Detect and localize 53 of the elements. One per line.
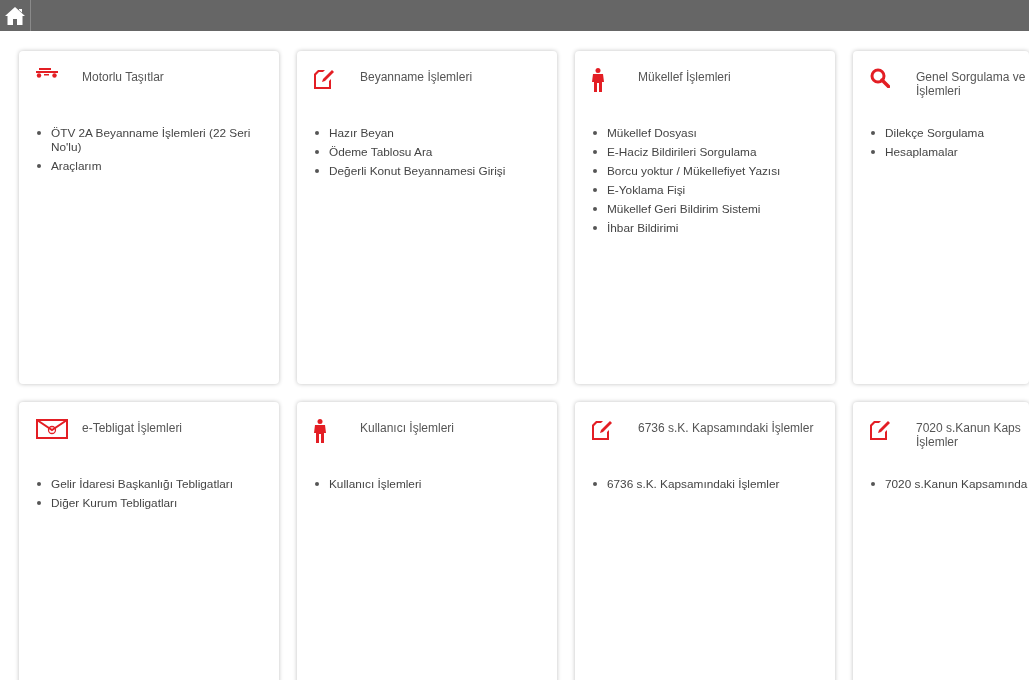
menu-link[interactable]: E-Yoklama Fişi	[607, 183, 686, 197]
person-icon	[314, 419, 326, 443]
bullet-icon	[315, 131, 319, 135]
menu-link[interactable]: 6736 s.K. Kapsamındaki İşlemler	[607, 477, 780, 491]
card-title: Beyanname İşlemleri	[360, 69, 473, 84]
menu-link[interactable]: 7020 s.Kanun Kapsamında	[885, 477, 1028, 491]
card-title: e-Tebligat İşlemleri	[82, 420, 183, 435]
bullet-icon	[593, 482, 597, 486]
bullet-icon	[37, 501, 41, 505]
menu-link[interactable]: Mükellef Dosyası	[607, 126, 697, 140]
edit-icon	[314, 68, 335, 89]
home-icon	[4, 5, 26, 26]
bullet-icon	[315, 482, 319, 486]
bullet-icon	[315, 169, 319, 173]
card-title: 7020 s.Kanun Kaps İşlemler	[916, 420, 1021, 449]
menu-link[interactable]: Kullanıcı İşlemleri	[329, 477, 422, 491]
card-title: 6736 s.K. Kapsamındaki İşlemler	[638, 420, 814, 435]
card-title: Mükellef İşlemleri	[638, 69, 731, 84]
bullet-icon	[37, 164, 41, 168]
bullet-icon	[37, 482, 41, 486]
menu-link[interactable]: Hesaplamalar	[885, 145, 958, 159]
bullet-icon	[593, 226, 597, 230]
menu-link[interactable]: Mükellef Geri Bildirim Sistemi	[607, 202, 761, 216]
bullet-icon	[593, 188, 597, 192]
bullet-icon	[871, 131, 875, 135]
search-icon	[870, 68, 890, 88]
edit-icon	[870, 419, 891, 440]
envelope-icon	[36, 419, 68, 439]
bullet-icon	[593, 150, 597, 154]
menu-link[interactable]: Araçlarım	[51, 159, 102, 173]
menu-link[interactable]: Ödeme Tablosu Ara	[329, 145, 433, 159]
menu-link[interactable]: Hazır Beyan	[329, 126, 394, 140]
menu-link[interactable]: İhbar Bildirimi	[607, 221, 679, 235]
edit-icon	[592, 419, 613, 440]
card-title: Kullanıcı İşlemleri	[360, 420, 455, 435]
bullet-icon	[37, 131, 41, 135]
vehicle-icon	[36, 68, 58, 78]
card-title: Motorlu Taşıtlar	[82, 69, 164, 84]
bullet-icon	[593, 169, 597, 173]
bullet-icon	[871, 482, 875, 486]
bullet-icon	[593, 207, 597, 211]
menu-link[interactable]: Borcu yoktur / Mükellefiyet Yazısı	[607, 164, 781, 178]
menu-link[interactable]: ÖTV 2A Beyanname İşlemleri (22 Seri No'lu)	[51, 126, 261, 154]
card-title: Genel Sorgulama ve İşlemleri	[916, 69, 1026, 98]
person-icon	[592, 68, 604, 92]
bullet-icon	[315, 150, 319, 154]
bullet-icon	[871, 150, 875, 154]
menu-link[interactable]: Gelir İdaresi Başkanlığı Tebligatları	[51, 477, 234, 491]
menu-link[interactable]: Diğer Kurum Tebligatları	[51, 496, 178, 510]
bullet-icon	[593, 131, 597, 135]
menu-link[interactable]: Değerli Konut Beyannamesi Girişi	[329, 164, 506, 178]
menu-link[interactable]: Dilekçe Sorgulama	[885, 126, 984, 140]
menu-link[interactable]: E-Haciz Bildirileri Sorgulama	[607, 145, 757, 159]
